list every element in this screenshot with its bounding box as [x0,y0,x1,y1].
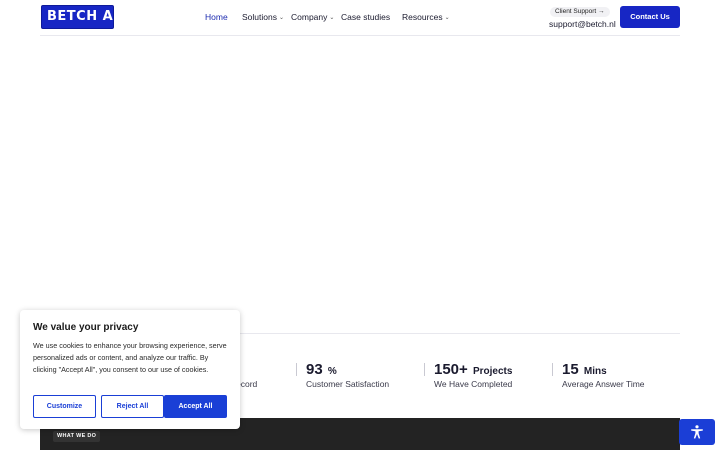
nav-item-solutions[interactable]: Solutions ⌄ [242,11,284,24]
stat-divider [296,363,297,376]
nav-item-case-studies[interactable]: Case studies [341,11,390,23]
contact-us-button[interactable]: Contact Us [620,6,680,28]
site-header: BETCH AI Home Solutions ⌄ Company ⌄ Case s… [40,0,680,36]
stat-label: Customer Satisfaction [306,379,390,389]
chevron-down-icon: ⌄ [444,15,450,21]
stat-number: 15 [562,361,579,378]
nav-item-label: Home [205,12,228,22]
nav-item-label: Case studies [341,12,391,22]
stat-label: Average Answer Time [562,379,645,389]
page: BETCH AI Home Solutions ⌄ Company ⌄ Case s… [0,0,720,450]
reject-all-button[interactable]: Reject All [101,395,164,418]
accessibility-person-icon [691,425,703,439]
stat-label: We Have Completed [434,379,513,389]
chevron-down-icon: ⌄ [329,15,335,21]
stat-divider [552,363,553,376]
stat-value: 15 Mins [562,362,607,380]
stat-value: 93 % [306,362,337,380]
stat-value: 150+ Projects [434,362,512,380]
support-email-link[interactable]: support@betch.nl [549,19,616,30]
cookie-title: We value your privacy [33,322,139,333]
stat-unit: % [327,366,337,377]
stat-number: 93 [306,361,323,378]
nav-item-resources[interactable]: Resources ⌄ [402,11,450,24]
accessibility-button[interactable] [679,419,715,445]
stat-number: 150+ [434,361,468,378]
client-support-link[interactable]: Client Support → [550,7,610,17]
cookie-description: We use cookies to enhance your browsing … [33,341,227,374]
nav-item-label: Solutions [242,12,277,22]
customize-button[interactable]: Customize [33,395,96,418]
nav-item-label: Resources [402,12,443,22]
stat-unit: Projects [472,366,513,377]
cookie-consent-banner: We value your privacy We use cookies to … [20,310,240,429]
section-eyebrow: WHAT WE DO [53,431,101,442]
divider [240,333,680,334]
brand-logo[interactable]: BETCH AI [41,5,114,29]
nav-item-company[interactable]: Company ⌄ [291,11,334,24]
stat-divider [424,363,425,376]
accept-all-button[interactable]: Accept All [164,395,227,418]
stat-unit: Mins [583,366,607,377]
nav-item-label: Company [291,12,328,22]
chevron-down-icon: ⌄ [278,15,284,21]
nav-item-home[interactable]: Home [205,11,228,23]
